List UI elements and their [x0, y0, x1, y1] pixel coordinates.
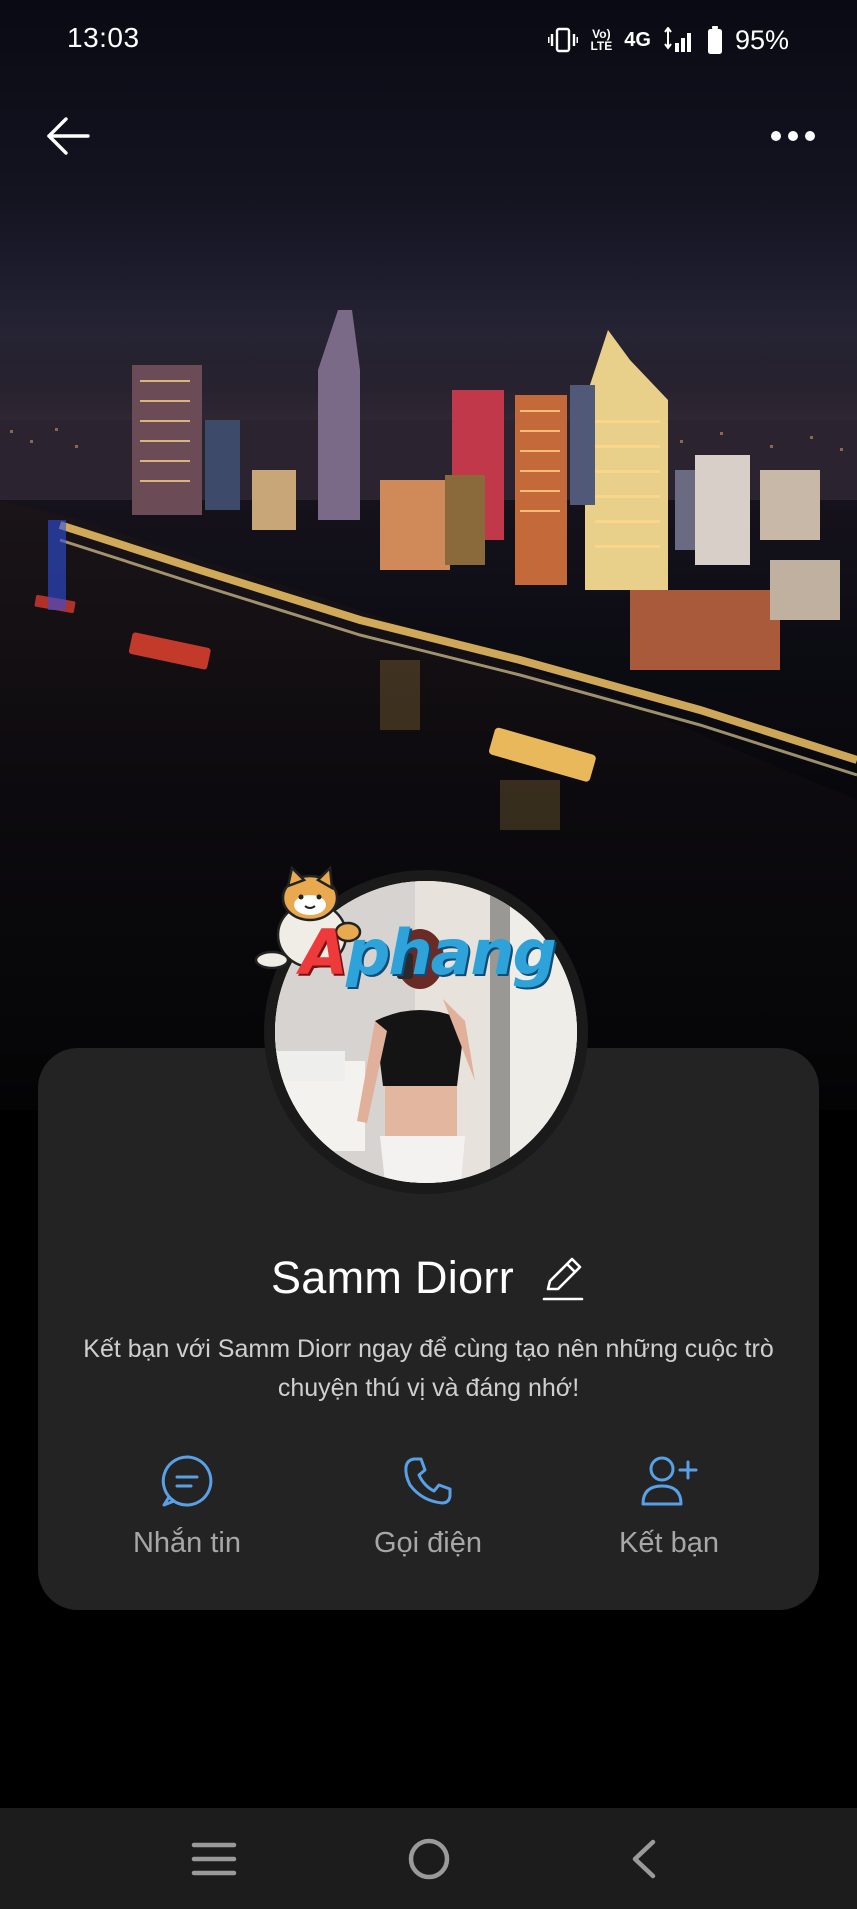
network-type-label: 4G: [624, 28, 651, 51]
status-icons: Vo) LTE 4G 95%: [548, 20, 789, 60]
system-nav-bar: [0, 1808, 857, 1909]
more-dot-icon: [771, 131, 781, 141]
menu-lines-icon: [191, 1842, 237, 1876]
battery-icon: [707, 26, 723, 54]
message-button[interactable]: Nhắn tin: [87, 1452, 287, 1560]
watermark-logo: Aphang: [252, 860, 562, 989]
status-bar: 13:03 Vo) LTE 4G 95%: [0, 0, 857, 80]
call-button[interactable]: Gọi điện: [328, 1452, 528, 1560]
phone-icon: [399, 1452, 457, 1510]
battery-percent: 95%: [734, 24, 789, 55]
back-button[interactable]: [40, 108, 96, 164]
add-friend-button[interactable]: Kết bạn: [569, 1452, 769, 1560]
profile-name-row: Samm Diorr: [0, 1252, 857, 1304]
chat-bubble-icon: [158, 1452, 216, 1510]
chevron-left-icon: [632, 1839, 656, 1879]
add-friend-button-label: Kết bạn: [619, 1527, 719, 1559]
more-dot-icon: [805, 131, 815, 141]
system-back-button[interactable]: [604, 1830, 684, 1888]
profile-actions: Nhắn tin Gọi điện Kết bạn: [38, 1452, 819, 1582]
status-time: 13:03: [67, 22, 140, 53]
recent-apps-button[interactable]: [174, 1830, 254, 1888]
arrow-left-icon: [47, 117, 90, 155]
watermark-text: Aphang: [300, 916, 557, 989]
more-dot-icon: [788, 131, 798, 141]
edit-name-button[interactable]: [540, 1253, 586, 1303]
volte-bottom-label: LTE: [590, 39, 613, 53]
home-button[interactable]: [389, 1830, 469, 1888]
circle-home-icon: [408, 1838, 450, 1880]
profile-description: Kết bạn với Samm Diorr ngay để cùng tạo …: [83, 1335, 774, 1402]
volte-icon: Vo) LTE: [590, 28, 612, 52]
message-button-label: Nhắn tin: [132, 1527, 241, 1559]
vibrate-icon: [548, 27, 579, 53]
pencil-icon: [542, 1257, 584, 1301]
more-options-button[interactable]: [757, 108, 829, 164]
profile-name: Samm Diorr: [270, 1252, 514, 1303]
call-button-label: Gọi điện: [373, 1527, 482, 1559]
signal-icon: [663, 27, 695, 53]
add-friend-icon: [640, 1452, 698, 1510]
